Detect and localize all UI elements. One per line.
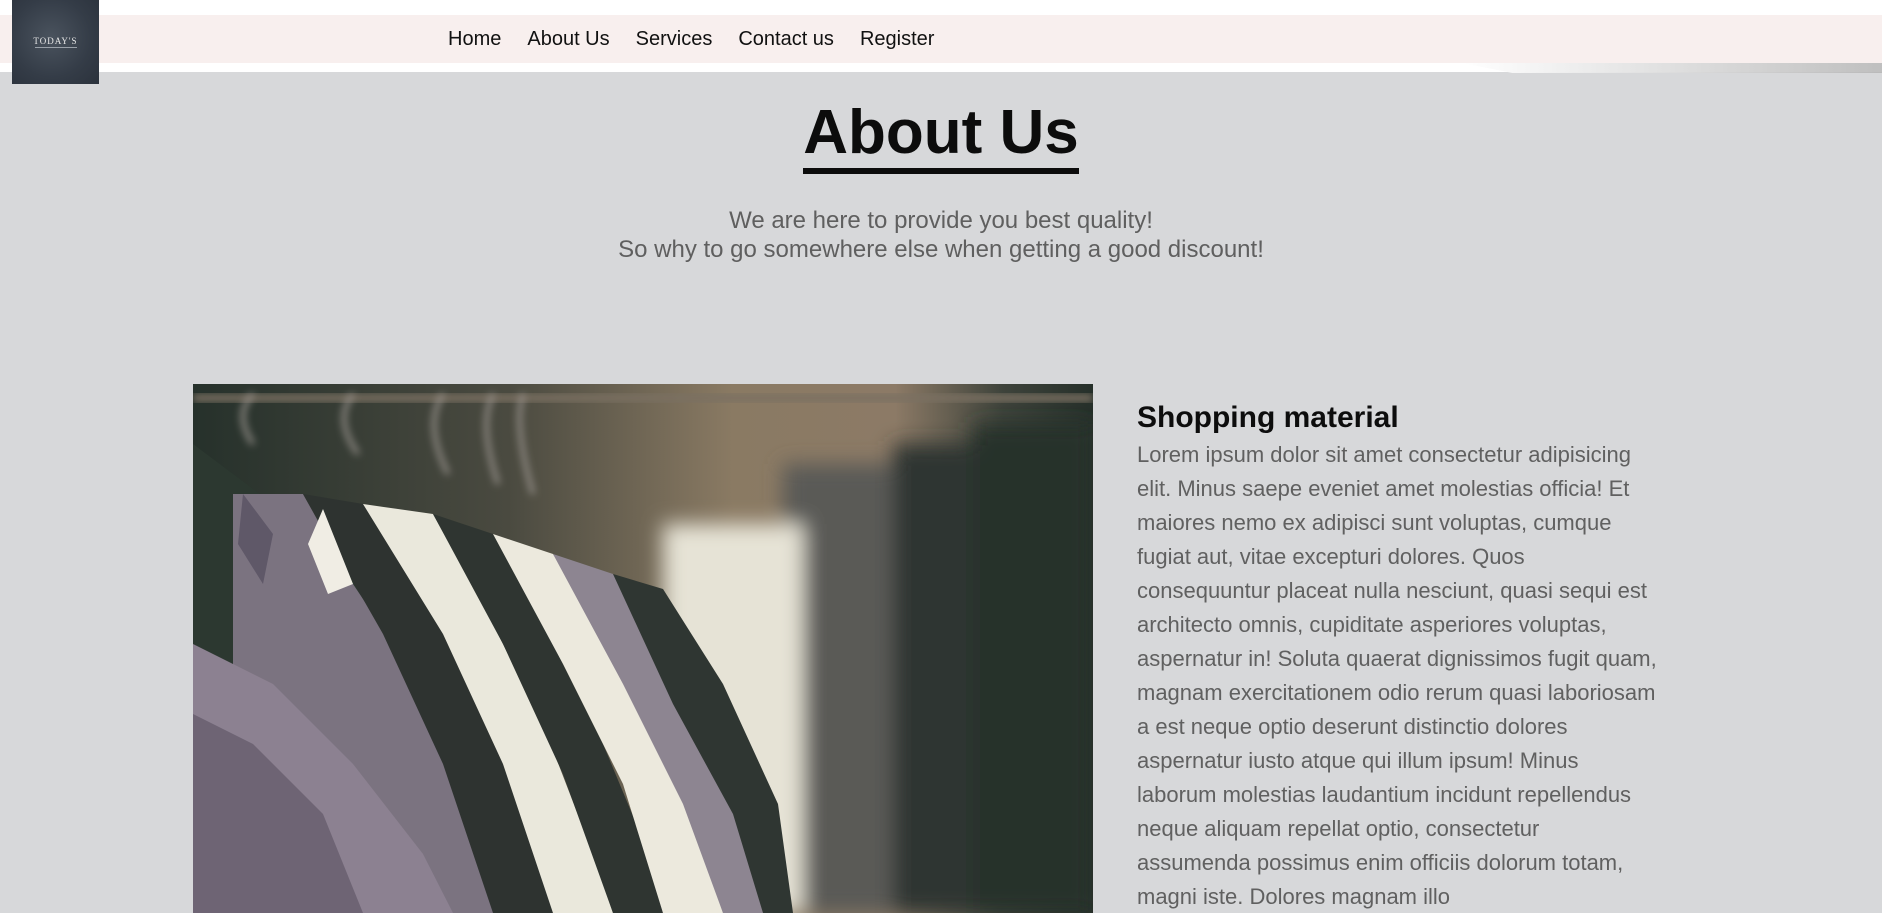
nav-services-link[interactable]: Services [636, 28, 713, 51]
page-title: About Us [803, 98, 1079, 174]
logo[interactable]: TODAY'S [12, 0, 99, 84]
section-heading: Shopping material [1137, 401, 1399, 434]
shirts-photo [193, 384, 1093, 913]
main-nav: Home About Us Services Contact us Regist… [448, 15, 960, 63]
nav-register-link[interactable]: Register [860, 28, 934, 51]
nav-contact-link[interactable]: Contact us [738, 28, 834, 51]
shirts-illustration [193, 384, 1093, 913]
tagline-line-2: So why to go somewhere else when getting… [618, 236, 1264, 263]
hero-tagline: We are here to provide you best quality!… [0, 206, 1882, 264]
nav-home-link[interactable]: Home [448, 28, 501, 51]
logo-underline [34, 46, 77, 49]
hero-title-wrap: About Us [0, 98, 1882, 174]
about-content: Shopping material Lorem ipsum dolor sit … [1137, 398, 1657, 913]
top-strip [0, 0, 1882, 15]
navbar-shadow [1462, 63, 1882, 73]
tagline-line-1: We are here to provide you best quality! [729, 207, 1153, 234]
logo-text: TODAY'S [33, 35, 78, 46]
nav-about-link[interactable]: About Us [527, 28, 609, 51]
section-body: Lorem ipsum dolor sit amet consectetur a… [1137, 442, 1657, 909]
